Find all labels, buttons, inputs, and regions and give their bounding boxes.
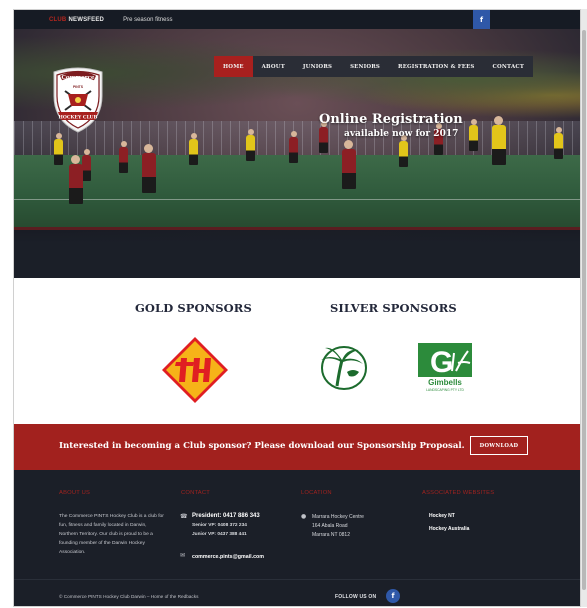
- footer-copyright: © Commerce PINTS Hockey Club Darwin – Ho…: [59, 594, 199, 599]
- map-pin-icon: ●: [301, 513, 307, 520]
- hero-divider: [14, 227, 580, 230]
- footer-contact-heading: CONTACT: [181, 490, 210, 496]
- silver-sponsor-palm-logo[interactable]: [317, 342, 369, 392]
- logo-bottom-text: HOCKEY CLUB: [59, 115, 98, 121]
- top-bar: CLUB NEWSFEED Pre season fitness f: [14, 10, 580, 29]
- hero-player: [69, 155, 83, 204]
- logo-mid-text: PINTS: [73, 85, 84, 89]
- footer-location-heading: LOCATION: [301, 490, 332, 496]
- footer-link-hockey-nt[interactable]: Hockey NT: [429, 513, 455, 519]
- footer-junior-vp-phone[interactable]: Junior VP: 0437 388 441: [192, 532, 247, 537]
- footer-location-line: Marrara NT 0812: [312, 532, 350, 538]
- hero-player: [492, 116, 506, 165]
- hero-player: [246, 129, 255, 161]
- news-ticker-item[interactable]: Pre season fitness: [123, 17, 172, 23]
- footer-divider: [14, 579, 580, 580]
- facebook-glyph: f: [479, 15, 484, 24]
- sponsorship-cta-band: Interested in becoming a Club sponsor? P…: [14, 424, 580, 470]
- newsfeed-label: CLUB NEWSFEED: [49, 17, 104, 23]
- footer-follow-label: FOLLOW US ON: [335, 594, 377, 600]
- silver-sponsor-gimbells-logo[interactable]: G Gimbells LANDSCAPING PTY LTD: [418, 343, 472, 393]
- footer-link-hockey-australia[interactable]: Hockey Australia: [429, 526, 469, 532]
- svg-text:G: G: [430, 346, 453, 379]
- download-button[interactable]: DOWNLOAD: [470, 436, 528, 455]
- gold-sponsors-heading: GOLD SPONSORS: [135, 301, 252, 315]
- club-logo[interactable]: Commerce PINTS HOCKEY CLUB: [48, 66, 108, 136]
- nav-item-seniors[interactable]: SENIORS: [341, 56, 389, 77]
- footer-about-heading: ABOUT US: [59, 490, 91, 496]
- page-scrollbar-thumb[interactable]: [582, 30, 586, 590]
- hero-field-line: [14, 199, 580, 200]
- newsfeed-club-word: CLUB: [49, 16, 67, 23]
- site-footer: ABOUT US CONTACT LOCATION ASSOCIATED WEB…: [14, 470, 580, 606]
- email-icon: ✉: [180, 552, 186, 559]
- hero-title: Online Registration: [319, 112, 463, 127]
- hero-background-turf: [14, 155, 580, 230]
- hero-player: [142, 144, 156, 193]
- hero-player: [319, 121, 328, 153]
- silver-sponsors-heading: SILVER SPONSORS: [330, 301, 457, 315]
- facebook-glyph: f: [391, 592, 395, 600]
- nav-item-juniors[interactable]: JUNIORS: [294, 56, 341, 77]
- hero-player: [189, 133, 198, 165]
- footer-senior-vp-phone[interactable]: Senior VP: 0408 372 234: [192, 523, 247, 528]
- footer-president-phone[interactable]: President: 0417 886 343: [192, 513, 260, 519]
- sponsorship-cta-text: Interested in becoming a Club sponsor? P…: [59, 441, 465, 451]
- hero-banner: HOME ABOUT JUNIORS SENIORS REGISTRATION …: [14, 29, 580, 278]
- footer-location-line: 164 Abala Road: [312, 523, 348, 529]
- gimbells-name: Gimbells: [428, 378, 462, 387]
- gold-sponsor-logo[interactable]: [161, 336, 229, 404]
- footer-about-text: The Commerce PINTS Hockey Club is a club…: [59, 514, 164, 555]
- hero-player: [54, 133, 63, 165]
- hero-player: [289, 131, 298, 163]
- footer-facebook-icon[interactable]: f: [386, 589, 400, 603]
- sponsors-section: GOLD SPONSORS SILVER SPONSORS G Gimbells: [14, 278, 580, 424]
- main-nav: HOME ABOUT JUNIORS SENIORS REGISTRATION …: [214, 56, 534, 77]
- footer-websites-heading: ASSOCIATED WEBSITES: [422, 490, 495, 496]
- nav-item-home[interactable]: HOME: [214, 56, 253, 77]
- logo-top-text: Commerce: [62, 75, 95, 81]
- hero-player: [342, 140, 356, 189]
- browser-page: CLUB NEWSFEED Pre season fitness f HOME A…: [13, 9, 581, 607]
- nav-item-registration-fees[interactable]: REGISTRATION & FEES: [389, 56, 484, 77]
- hero-player: [82, 149, 91, 181]
- newsfeed-word: NEWSFEED: [68, 16, 105, 23]
- nav-item-about[interactable]: ABOUT: [253, 56, 294, 77]
- hero-player: [469, 119, 478, 151]
- phone-icon: ☎: [180, 513, 188, 520]
- gimbells-subtitle: LANDSCAPING PTY LTD: [426, 388, 464, 392]
- hero-player: [119, 141, 128, 173]
- footer-email-link[interactable]: commerce.pints@gmail.com: [192, 554, 264, 560]
- facebook-icon[interactable]: f: [473, 10, 490, 29]
- footer-location-line: Marrara Hockey Centre: [312, 514, 364, 520]
- hero-player: [554, 127, 563, 159]
- nav-item-contact[interactable]: CONTACT: [484, 56, 534, 77]
- hero-subtitle: available now for 2017: [344, 129, 459, 139]
- hero-player: [399, 135, 408, 167]
